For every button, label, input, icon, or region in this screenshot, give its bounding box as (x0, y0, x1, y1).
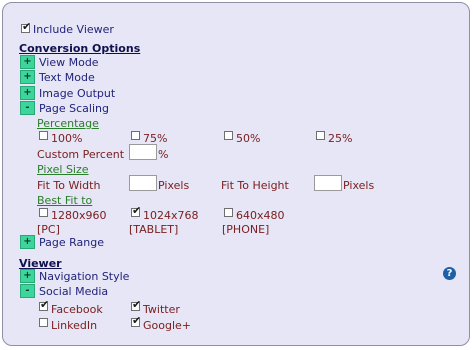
fit-to-width-label: Fit To Width (37, 179, 101, 192)
navigation-style-expand-button[interactable]: + (20, 269, 35, 283)
custom-percent-label: Custom Percent (37, 148, 125, 161)
percent-100-checkbox[interactable] (39, 131, 48, 140)
google-plus-label: Google+ (143, 319, 192, 332)
fit-to-width-unit: Pixels (158, 179, 190, 192)
social-media-label[interactable]: Social Media (39, 285, 108, 298)
options-panel: ✔ Include Viewer Conversion Options + Vi… (2, 2, 470, 346)
fit-to-width-input[interactable] (129, 175, 157, 191)
best-fit-pc-label: [PC] (37, 223, 60, 236)
percent-25-label: 25% (328, 132, 353, 145)
percent-25-checkbox[interactable] (316, 131, 325, 140)
page-range-label[interactable]: Page Range (39, 236, 104, 249)
best-fit-1024-label: 1024x768 (143, 209, 199, 222)
fit-to-height-unit: Pixels (343, 179, 375, 192)
text-mode-label[interactable]: Text Mode (39, 71, 95, 84)
text-mode-expand-button[interactable]: + (20, 70, 35, 84)
linkedin-label: LinkedIn (51, 319, 98, 332)
percent-100-label: 100% (51, 132, 83, 145)
best-fit-link[interactable]: Best Fit to (37, 194, 92, 207)
help-icon[interactable]: ? (443, 267, 456, 280)
facebook-label: Facebook (51, 303, 103, 316)
best-fit-640-label: 640x480 (236, 209, 285, 222)
image-output-label[interactable]: Image Output (39, 87, 115, 100)
navigation-style-label[interactable]: Navigation Style (39, 270, 129, 283)
best-fit-phone-label: [PHONE] (222, 223, 270, 236)
fit-to-height-input[interactable] (314, 175, 342, 191)
percent-50-label: 50% (236, 132, 261, 145)
custom-percent-unit: % (158, 148, 169, 161)
social-media-collapse-button[interactable]: - (20, 284, 35, 298)
fit-to-height-label: Fit To Height (221, 179, 289, 192)
twitter-label: Twitter (143, 303, 180, 316)
image-output-expand-button[interactable]: + (20, 86, 35, 100)
page-range-expand-button[interactable]: + (20, 235, 35, 249)
best-fit-tablet-label: [TABLET] (129, 223, 179, 236)
best-fit-1280-label: 1280x960 (51, 209, 107, 222)
linkedin-checkbox[interactable] (39, 318, 48, 327)
twitter-checkbox[interactable]: ✔ (131, 299, 141, 311)
percent-50-checkbox[interactable] (224, 131, 233, 140)
best-fit-1024-checkbox[interactable]: ✔ (131, 205, 141, 217)
custom-percent-input[interactable] (129, 144, 157, 160)
conversion-options-title: Conversion Options (19, 42, 141, 55)
include-viewer-checkbox[interactable]: ✔ (21, 21, 31, 33)
best-fit-640-checkbox[interactable] (224, 208, 233, 217)
best-fit-1280-checkbox[interactable] (39, 208, 48, 217)
view-mode-expand-button[interactable]: + (20, 55, 35, 69)
include-viewer-label: Include Viewer (33, 23, 114, 36)
percent-75-checkbox[interactable] (131, 131, 140, 140)
facebook-checkbox[interactable]: ✔ (39, 299, 49, 311)
percentage-link[interactable]: Percentage (37, 117, 99, 130)
pixel-size-link[interactable]: Pixel Size (37, 163, 89, 176)
page-scaling-label[interactable]: Page Scaling (39, 102, 109, 115)
page-scaling-collapse-button[interactable]: - (20, 101, 35, 115)
google-plus-checkbox[interactable]: ✔ (131, 315, 141, 327)
view-mode-label[interactable]: View Mode (39, 56, 99, 69)
